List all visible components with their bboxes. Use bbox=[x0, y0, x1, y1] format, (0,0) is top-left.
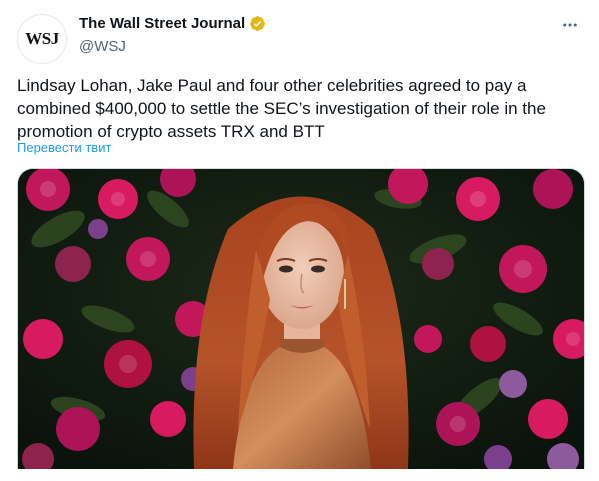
author-handle[interactable]: @WSJ bbox=[79, 38, 126, 55]
translate-tweet-link[interactable]: Перевести твит bbox=[17, 140, 111, 155]
avatar-logo-text: WSJ bbox=[25, 29, 59, 48]
photo-illustration bbox=[18, 169, 584, 469]
author-display-name[interactable]: The Wall Street Journal bbox=[79, 15, 245, 32]
more-options-button[interactable] bbox=[559, 14, 581, 36]
avatar[interactable]: WSJ bbox=[17, 14, 67, 64]
tweet-text: Lindsay Lohan, Jake Paul and four other … bbox=[17, 76, 546, 141]
verified-badge-icon bbox=[249, 15, 266, 32]
author-name-row: The Wall Street Journal bbox=[79, 15, 266, 32]
tweet-card: WSJ The Wall Street Journal @WSJ Lindsay… bbox=[0, 0, 599, 481]
tweet-photo[interactable] bbox=[17, 168, 585, 469]
more-horizontal-icon bbox=[563, 23, 577, 27]
